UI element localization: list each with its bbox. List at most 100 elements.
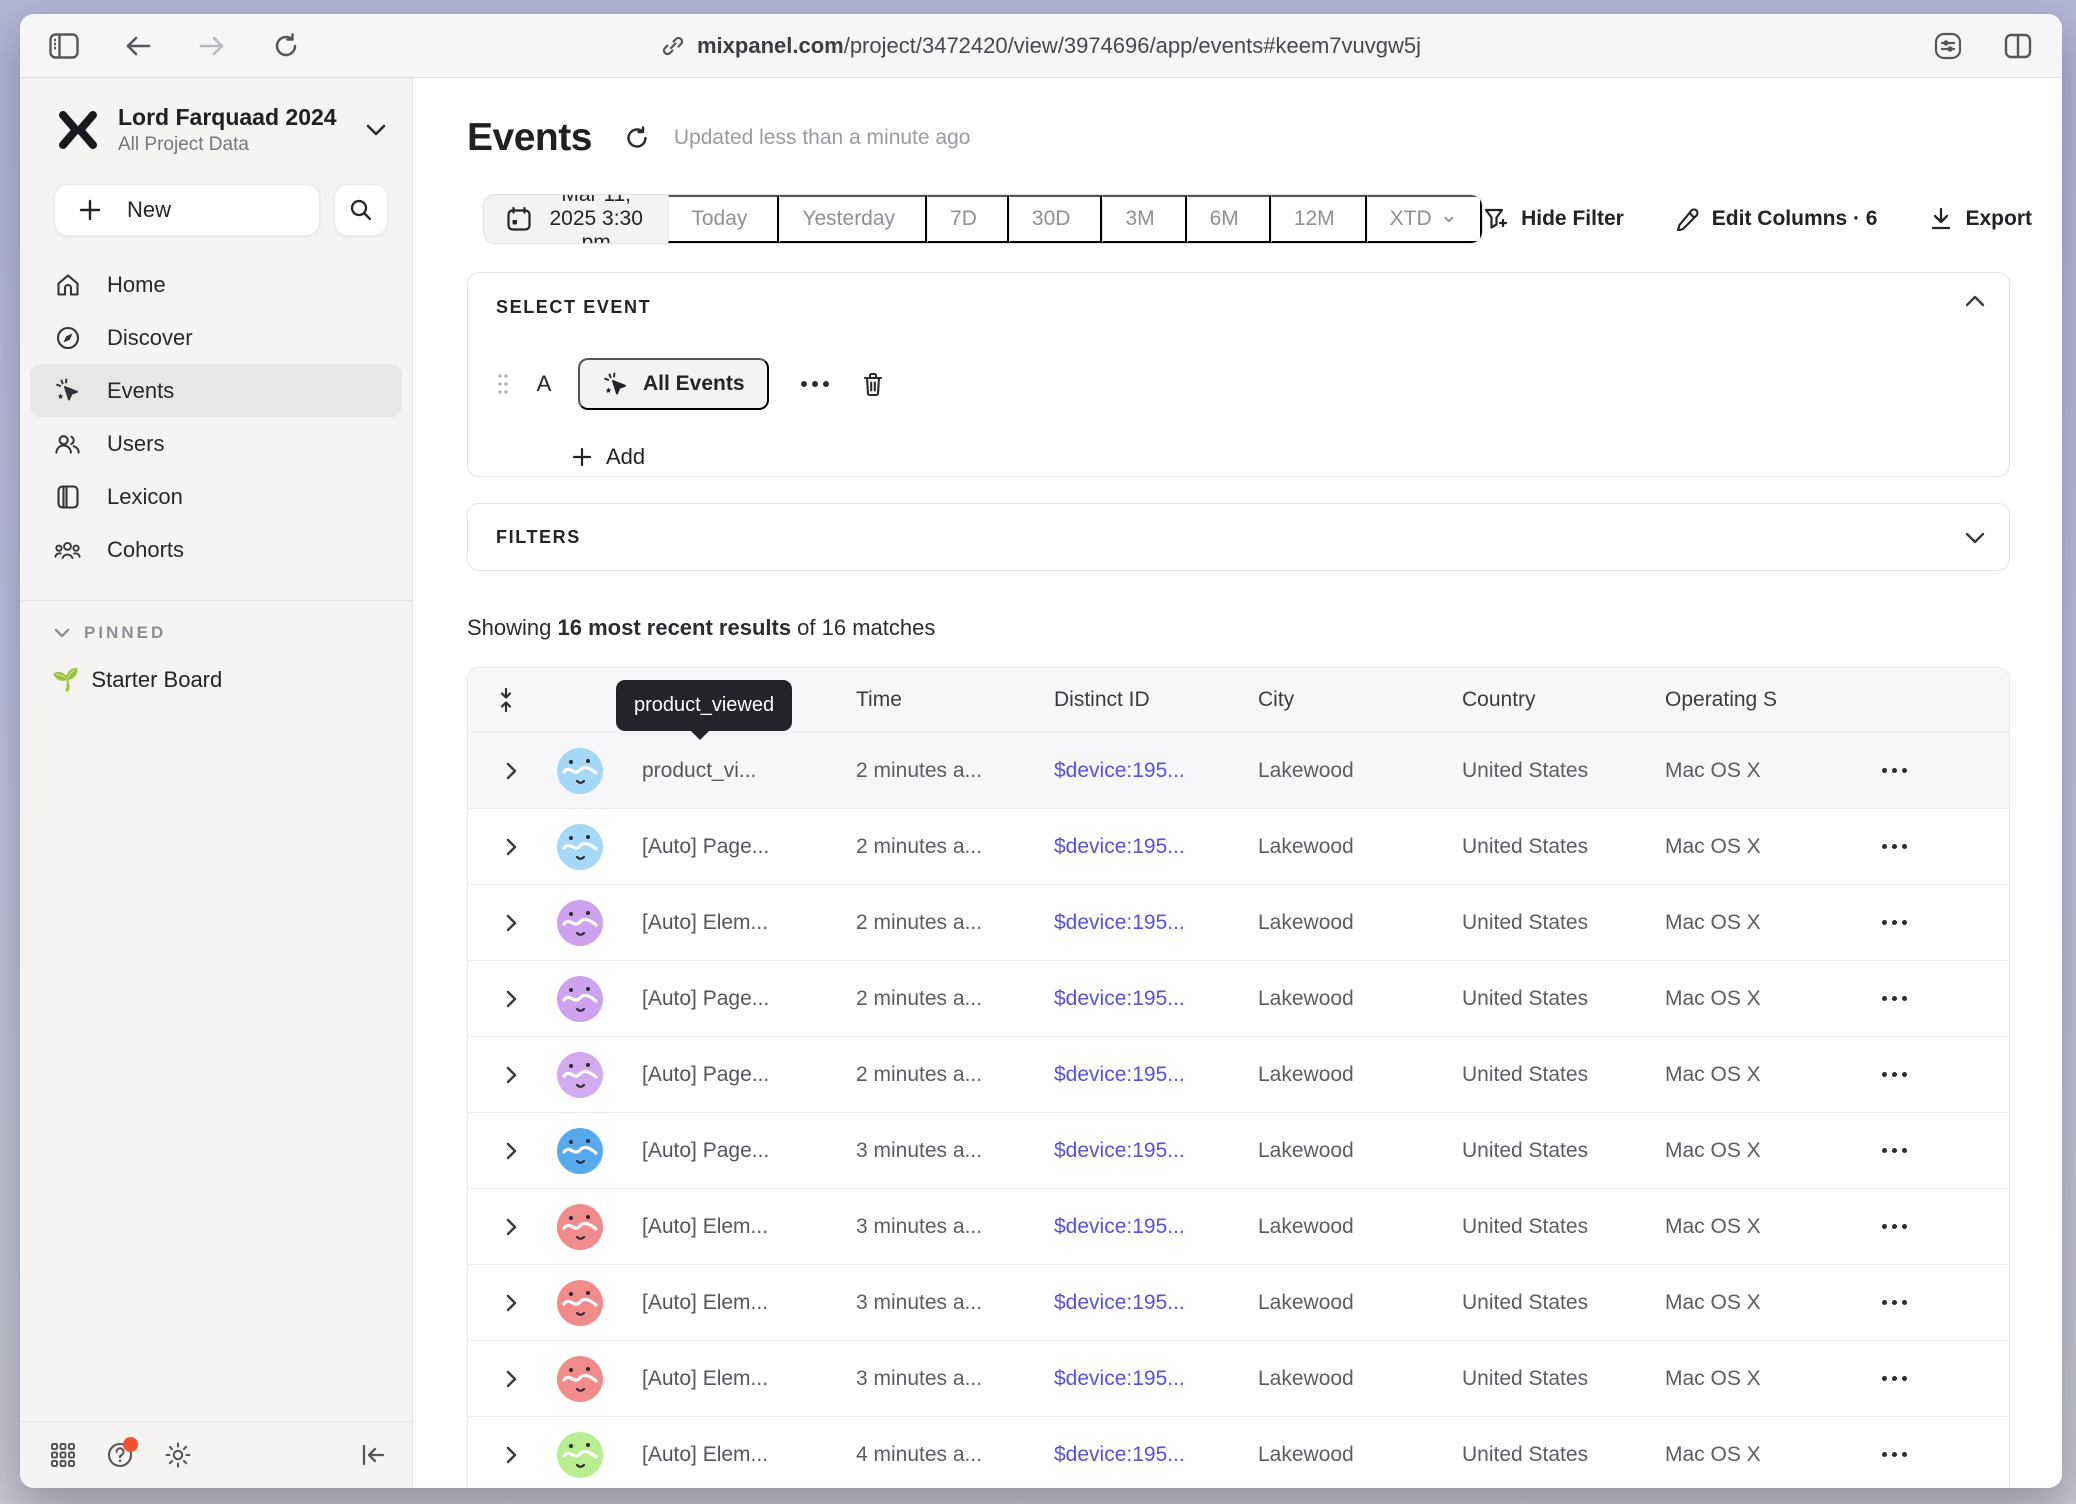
row-menu-icon[interactable] — [1874, 912, 1915, 933]
column-header-time[interactable]: Time — [842, 688, 1040, 712]
split-view-icon[interactable] — [1996, 24, 2040, 68]
date-preset-button[interactable]: 12M — [1271, 195, 1367, 243]
hide-filter-button[interactable]: Hide Filter — [1483, 207, 1624, 231]
table-row[interactable]: [Auto] Page... 2 minutes a... $device:19… — [468, 960, 2009, 1036]
column-header-distinct-id[interactable]: Distinct ID — [1040, 688, 1244, 712]
collapse-sidebar-icon[interactable] — [360, 1443, 386, 1467]
hide-filter-label: Hide Filter — [1521, 207, 1624, 231]
expand-row-icon[interactable] — [505, 761, 517, 781]
expand-row-icon[interactable] — [505, 1293, 517, 1313]
settings-gear-icon[interactable] — [164, 1441, 192, 1469]
page-settings-icon[interactable] — [1926, 24, 1970, 68]
country-cell: United States — [1448, 759, 1651, 783]
row-menu-icon[interactable] — [1874, 1292, 1915, 1313]
collapse-all-icon[interactable] — [468, 687, 544, 713]
date-preset-button[interactable]: 6M — [1187, 195, 1271, 243]
date-preset-button[interactable]: 7D — [927, 195, 1009, 243]
column-header-country[interactable]: Country — [1448, 688, 1651, 712]
reload-icon[interactable] — [264, 24, 308, 68]
row-menu-icon[interactable] — [1874, 1444, 1915, 1465]
city-cell: Lakewood — [1244, 759, 1448, 783]
table-row[interactable]: [Auto] Elem... 3 minutes a... $device:19… — [468, 1340, 2009, 1416]
calendar-icon — [506, 206, 532, 232]
date-preset-button[interactable]: 3M — [1102, 195, 1186, 243]
edit-columns-button[interactable]: Edit Columns · 6 — [1676, 207, 1878, 231]
help-icon[interactable] — [106, 1441, 134, 1469]
date-picker-button[interactable]: Mar 11, 2025 3:30 pm — [484, 195, 668, 243]
time-cell: 2 minutes a... — [842, 835, 1040, 859]
sidebar-item-cohorts[interactable]: Cohorts — [30, 523, 402, 576]
expand-row-icon[interactable] — [505, 989, 517, 1009]
row-menu-icon[interactable] — [1874, 760, 1915, 781]
drag-handle-icon[interactable] — [496, 372, 510, 396]
expand-row-icon[interactable] — [505, 1217, 517, 1237]
distinct-id-link[interactable]: $device:195... — [1040, 987, 1244, 1011]
table-row[interactable]: [Auto] Page... 2 minutes a... $device:19… — [468, 1036, 2009, 1112]
sidebar-item-users[interactable]: Users — [30, 417, 402, 470]
search-icon — [349, 198, 373, 222]
chevron-down-icon[interactable] — [1965, 532, 1985, 544]
refresh-icon[interactable] — [624, 125, 650, 151]
event-row-menu-icon[interactable] — [791, 371, 839, 397]
pinned-section-header[interactable]: PINNED — [20, 601, 412, 643]
row-menu-icon[interactable] — [1874, 836, 1915, 857]
sidebar-item-home[interactable]: Home — [30, 258, 402, 311]
row-menu-icon[interactable] — [1874, 1064, 1915, 1085]
row-menu-icon[interactable] — [1874, 988, 1915, 1009]
row-menu-icon[interactable] — [1874, 1140, 1915, 1161]
pinned-label: PINNED — [84, 623, 166, 643]
table-row[interactable]: [Auto] Elem... 4 minutes a... $device:19… — [468, 1416, 2009, 1488]
row-menu-icon[interactable] — [1874, 1368, 1915, 1389]
distinct-id-link[interactable]: $device:195... — [1040, 1367, 1244, 1391]
expand-row-icon[interactable] — [505, 837, 517, 857]
expand-row-icon[interactable] — [505, 1369, 517, 1389]
date-preset-button[interactable]: 30D — [1009, 195, 1103, 243]
new-button[interactable]: New — [54, 184, 320, 236]
city-cell: Lakewood — [1244, 1215, 1448, 1239]
row-menu-icon[interactable] — [1874, 1216, 1915, 1237]
expand-row-icon[interactable] — [505, 913, 517, 933]
date-preset-button[interactable]: XTD ⌄ — [1367, 195, 1482, 243]
date-preset-button[interactable]: Yesterday — [779, 195, 927, 243]
sidebar-item-starter-board[interactable]: 🌱 Starter Board — [20, 643, 412, 693]
sidebar-item-discover[interactable]: Discover — [30, 311, 402, 364]
distinct-id-link[interactable]: $device:195... — [1040, 1443, 1244, 1467]
expand-row-icon[interactable] — [505, 1141, 517, 1161]
sidebar-item-lexicon[interactable]: Lexicon — [30, 470, 402, 523]
add-event-button[interactable]: Add — [572, 444, 645, 470]
distinct-id-link[interactable]: $device:195... — [1040, 1215, 1244, 1239]
event-selector-chip[interactable]: All Events — [578, 358, 769, 410]
forward-icon[interactable] — [190, 24, 234, 68]
distinct-id-link[interactable]: $device:195... — [1040, 911, 1244, 935]
address-bar[interactable]: mixpanel.com/project/3472420/view/397469… — [661, 14, 1421, 77]
table-row[interactable]: [Auto] Page... 2 minutes a... $device:19… — [468, 808, 2009, 884]
date-preset-button[interactable]: Today — [668, 195, 779, 243]
sidebar-toggle-icon[interactable] — [42, 24, 86, 68]
sidebar-item-label: Cohorts — [107, 537, 184, 563]
chevron-up-icon[interactable] — [1965, 295, 1985, 307]
back-icon[interactable] — [116, 24, 160, 68]
table-row[interactable]: [Auto] Page... 3 minutes a... $device:19… — [468, 1112, 2009, 1188]
table-row[interactable]: [Auto] Elem... 2 minutes a... $device:19… — [468, 884, 2009, 960]
filters-title: FILTERS — [496, 527, 581, 548]
distinct-id-link[interactable]: $device:195... — [1040, 1063, 1244, 1087]
apps-grid-icon[interactable] — [50, 1442, 76, 1468]
distinct-id-link[interactable]: $device:195... — [1040, 835, 1244, 859]
search-button[interactable] — [334, 184, 388, 236]
distinct-id-link[interactable]: $device:195... — [1040, 1291, 1244, 1315]
expand-row-icon[interactable] — [505, 1445, 517, 1465]
expand-row-icon[interactable] — [505, 1065, 517, 1085]
distinct-id-link[interactable]: $device:195... — [1040, 759, 1244, 783]
users-icon — [54, 432, 81, 456]
export-button[interactable]: Export — [1929, 206, 2032, 232]
table-row[interactable]: product_vi... 2 minutes a... $device:195… — [468, 732, 2009, 808]
workspace-switcher[interactable]: Lord Farquaad 2024 All Project Data — [20, 78, 412, 156]
table-row[interactable]: [Auto] Elem... 3 minutes a... $device:19… — [468, 1188, 2009, 1264]
sidebar-item-events[interactable]: Events — [30, 364, 402, 417]
column-header-city[interactable]: City — [1244, 688, 1448, 712]
column-header-os[interactable]: Operating S — [1651, 688, 1831, 712]
table-row[interactable]: [Auto] Elem... 3 minutes a... $device:19… — [468, 1264, 2009, 1340]
event-avatar — [557, 1204, 603, 1250]
trash-icon[interactable] — [861, 371, 885, 397]
distinct-id-link[interactable]: $device:195... — [1040, 1139, 1244, 1163]
